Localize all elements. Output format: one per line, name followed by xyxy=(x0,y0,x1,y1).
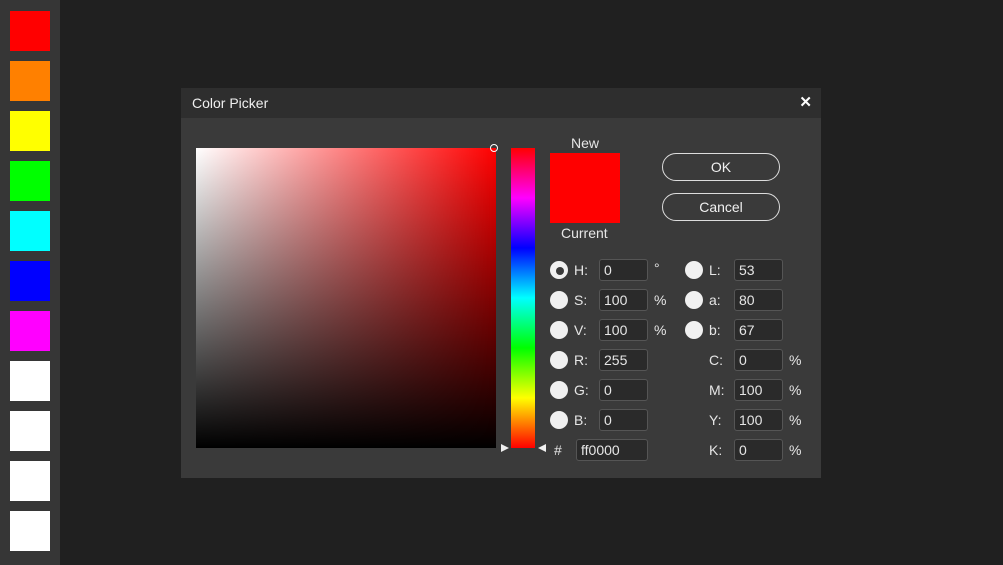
color-preview xyxy=(550,153,620,223)
close-icon[interactable]: ✕ xyxy=(799,93,812,111)
swatch-sidebar xyxy=(0,0,60,565)
swatch-cyan[interactable] xyxy=(10,211,50,251)
label-h: H: xyxy=(574,262,588,278)
swatch-white[interactable] xyxy=(10,511,50,551)
radio-lab-b[interactable] xyxy=(685,321,703,339)
label-a: a: xyxy=(709,292,721,308)
dialog-titlebar[interactable]: Color Picker ✕ xyxy=(181,88,821,118)
field-hex[interactable]: ff0000 xyxy=(576,439,648,461)
preview-current-label: Current xyxy=(561,225,608,241)
preview-current-swatch[interactable] xyxy=(550,188,620,223)
radio-l[interactable] xyxy=(685,261,703,279)
field-a[interactable]: 80 xyxy=(734,289,783,311)
field-g[interactable]: 0 xyxy=(599,379,648,401)
radio-g[interactable] xyxy=(550,381,568,399)
label-k: K: xyxy=(709,442,723,458)
radio-s[interactable] xyxy=(550,291,568,309)
field-s[interactable]: 100 xyxy=(599,289,648,311)
unit-y: % xyxy=(789,412,802,428)
swatch-white[interactable] xyxy=(10,461,50,501)
field-lab-b[interactable]: 67 xyxy=(734,319,783,341)
swatch-white[interactable] xyxy=(10,361,50,401)
swatch-blue[interactable] xyxy=(10,261,50,301)
unit-s: % xyxy=(654,292,667,308)
label-v: V: xyxy=(574,322,587,338)
label-l: L: xyxy=(709,262,721,278)
radio-v[interactable] xyxy=(550,321,568,339)
sv-picker-handle[interactable] xyxy=(490,144,498,152)
radio-r[interactable] xyxy=(550,351,568,369)
unit-v: % xyxy=(654,322,667,338)
field-b[interactable]: 0 xyxy=(599,409,648,431)
swatch-red[interactable] xyxy=(10,11,50,51)
dialog-title: Color Picker xyxy=(192,95,269,111)
radio-a[interactable] xyxy=(685,291,703,309)
hue-slider[interactable] xyxy=(511,148,535,448)
hue-slider-arrow-right-icon[interactable] xyxy=(538,444,546,452)
ok-button[interactable]: OK xyxy=(662,153,780,181)
label-y: Y: xyxy=(709,412,722,428)
preview-new-swatch xyxy=(550,153,620,188)
swatch-white[interactable] xyxy=(10,411,50,451)
label-b: B: xyxy=(574,412,588,428)
unit-m: % xyxy=(789,382,802,398)
unit-k: % xyxy=(789,442,802,458)
field-h[interactable]: 0 xyxy=(599,259,648,281)
cancel-button[interactable]: Cancel xyxy=(662,193,780,221)
field-l[interactable]: 53 xyxy=(734,259,783,281)
label-lab-b: b: xyxy=(709,322,721,338)
field-k[interactable]: 0 xyxy=(734,439,783,461)
unit-h: ° xyxy=(654,260,660,276)
label-hex: # xyxy=(554,442,562,458)
radio-h[interactable] xyxy=(550,261,568,279)
field-y[interactable]: 100 xyxy=(734,409,783,431)
preview-new-label: New xyxy=(571,135,600,151)
label-s: S: xyxy=(574,292,588,308)
saturation-value-field[interactable] xyxy=(196,144,498,448)
label-c: C: xyxy=(709,352,723,368)
swatch-yellow[interactable] xyxy=(10,111,50,151)
label-g: G: xyxy=(574,382,589,398)
swatch-orange[interactable] xyxy=(10,61,50,101)
hue-slider-arrow-left-icon[interactable] xyxy=(501,444,509,452)
unit-c: % xyxy=(789,352,802,368)
radio-b[interactable] xyxy=(550,411,568,429)
color-picker-dialog: Color Picker ✕ New Current OK Cancel H: … xyxy=(181,88,821,478)
field-r[interactable]: 255 xyxy=(599,349,648,371)
swatch-green[interactable] xyxy=(10,161,50,201)
swatch-magenta[interactable] xyxy=(10,311,50,351)
label-m: M: xyxy=(709,382,725,398)
label-r: R: xyxy=(574,352,588,368)
field-v[interactable]: 100 xyxy=(599,319,648,341)
field-c[interactable]: 0 xyxy=(734,349,783,371)
field-m[interactable]: 100 xyxy=(734,379,783,401)
